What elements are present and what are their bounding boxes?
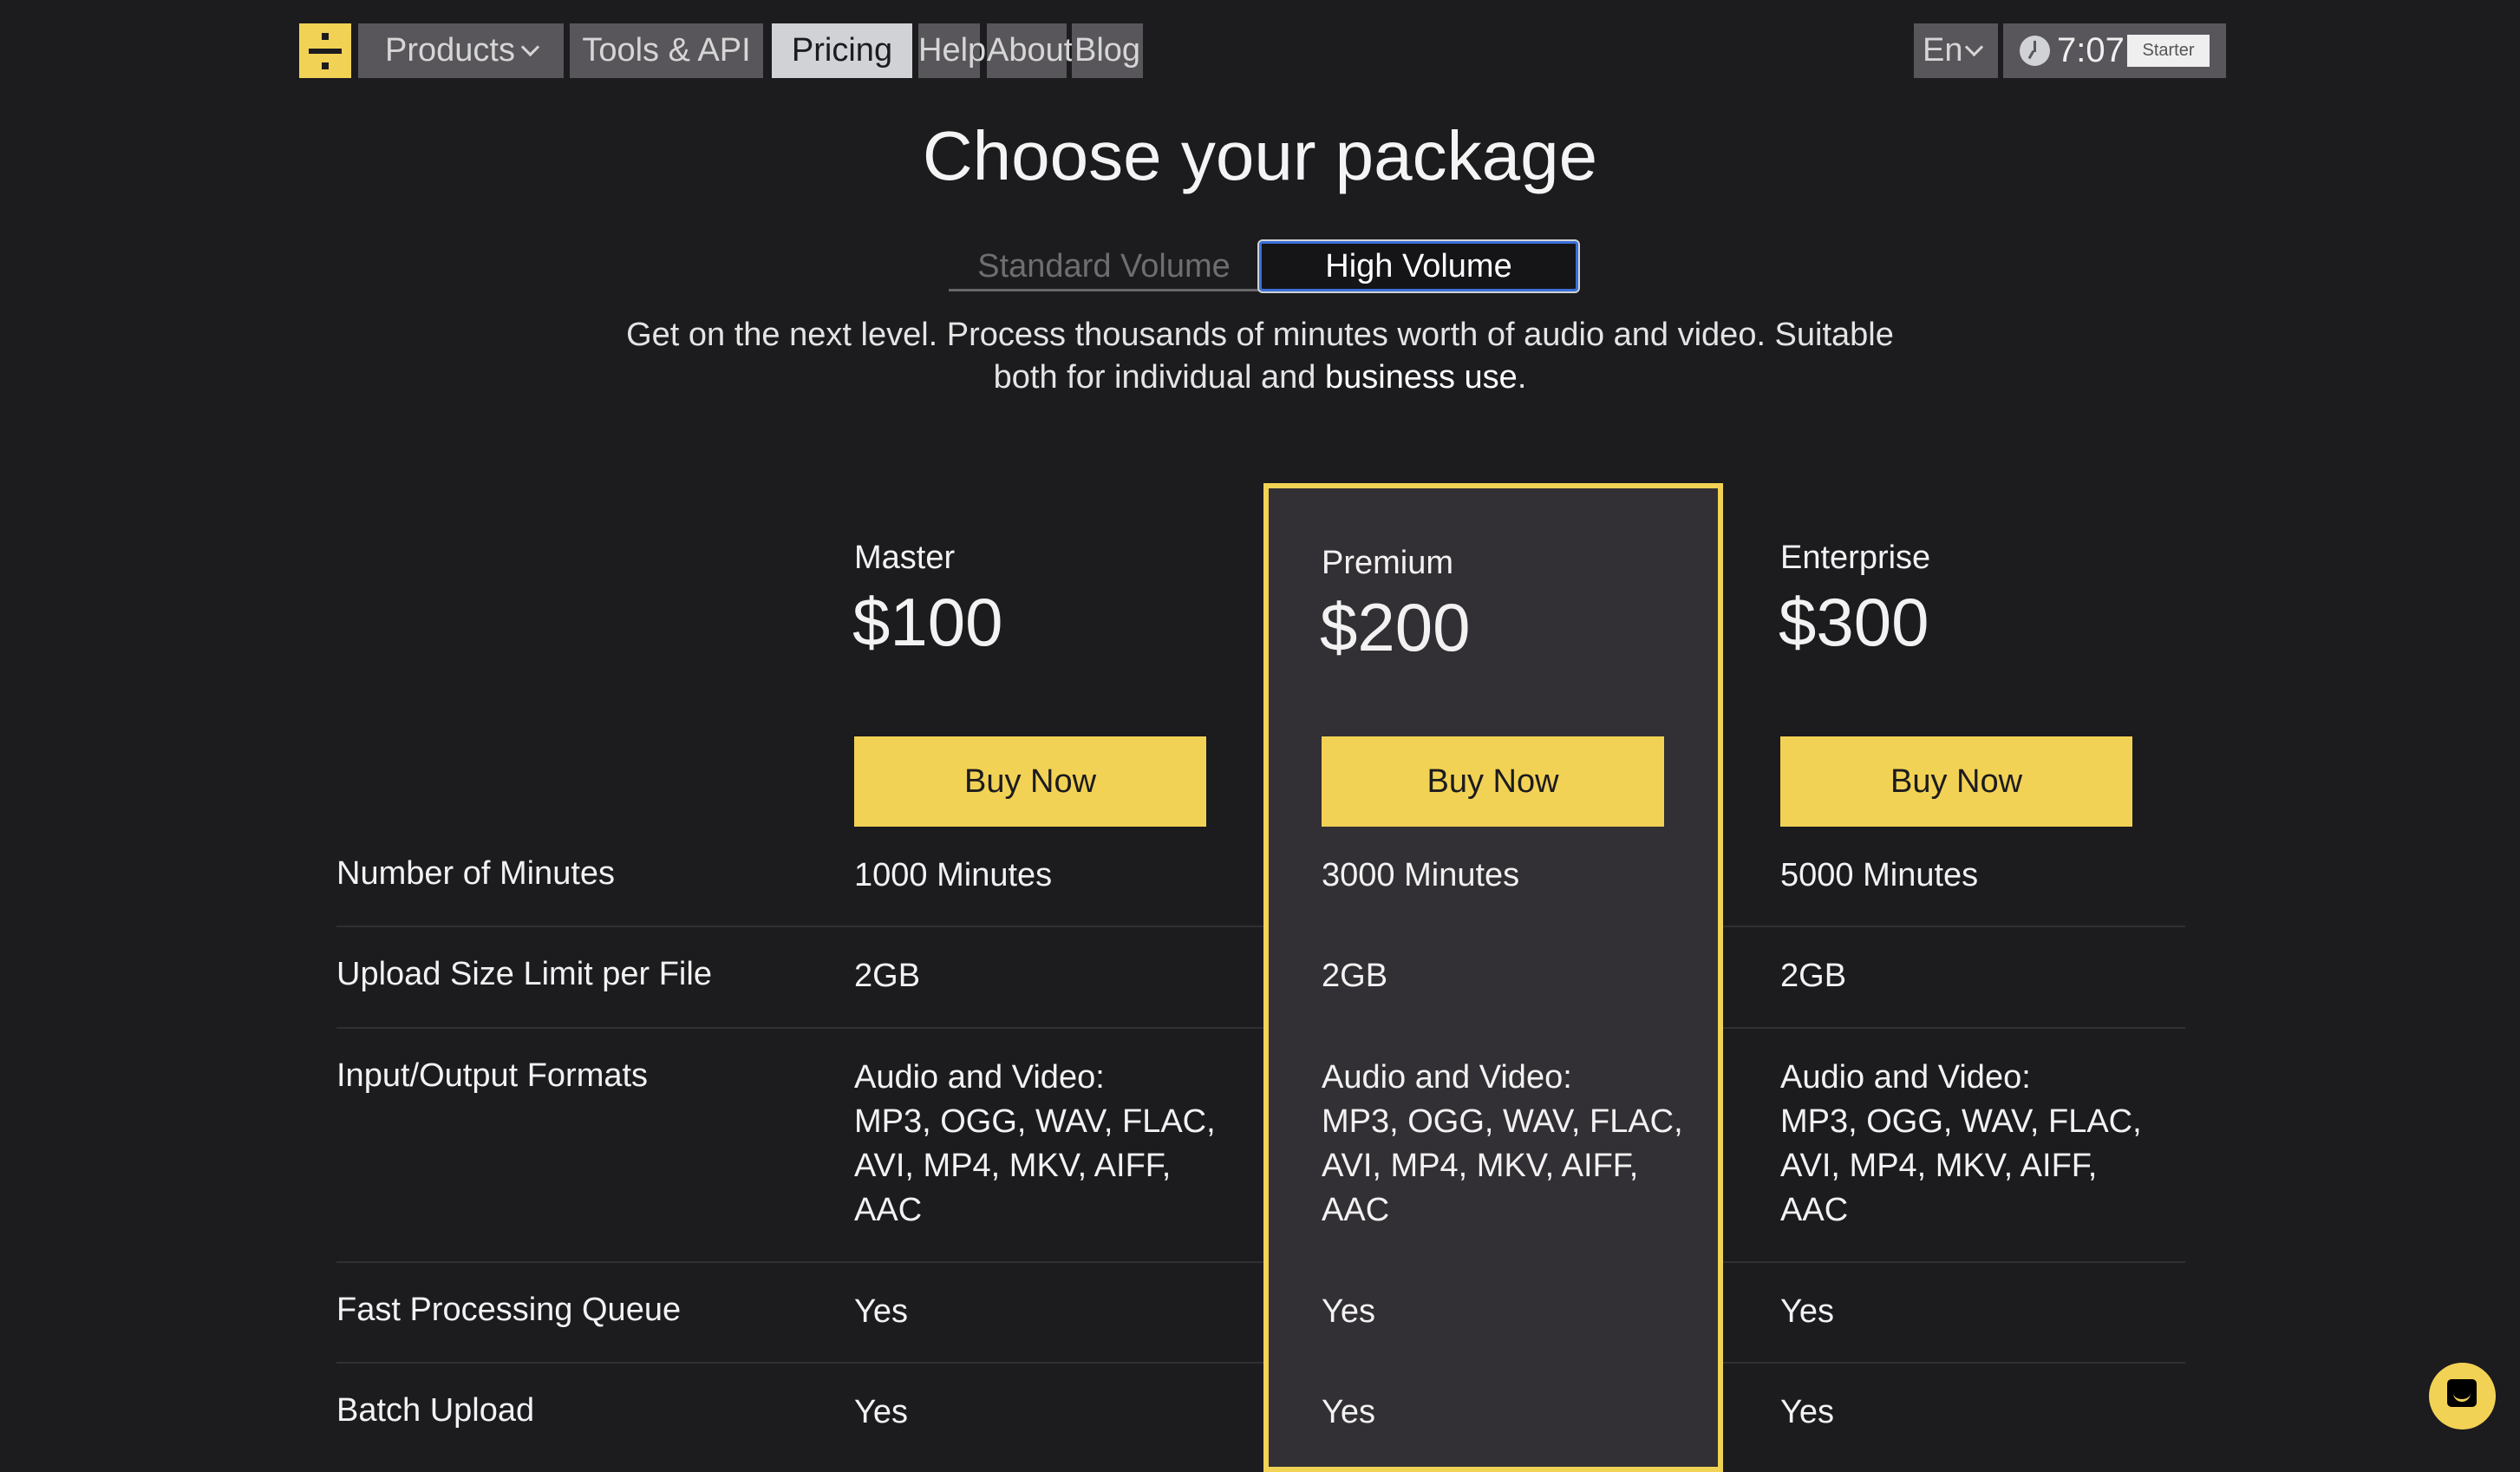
format-line: AVI, MP4, MKV, AIFF,: [1322, 1148, 1639, 1184]
format-line: Audio and Video:: [1780, 1059, 2031, 1096]
logo-divide-icon[interactable]: [299, 23, 351, 78]
nav-blog-label: Blog: [1074, 32, 1141, 69]
nav-help-label: Help: [918, 32, 987, 69]
format-line: Audio and Video:: [854, 1059, 1105, 1096]
plan-name-premium: Premium: [1322, 545, 1454, 581]
row-divider: [336, 926, 1263, 927]
page-description: Get on the next level. Process thousands…: [607, 314, 1913, 399]
clock-hand: [2027, 49, 2035, 60]
feature-value: 1000 Minutes: [854, 857, 1053, 893]
format-line: AVI, MP4, MKV, AIFF,: [854, 1148, 1172, 1184]
description-emphasis: business use: [1325, 359, 1518, 396]
buy-now-premium-button[interactable]: Buy Now: [1322, 736, 1664, 827]
nav-tools-api[interactable]: Tools & API: [570, 23, 763, 78]
feature-value: Yes: [854, 1394, 908, 1430]
format-line: AAC: [1322, 1192, 1390, 1228]
nav-blog[interactable]: Blog: [1072, 23, 1143, 78]
feature-label-formats: Input/Output Formats: [336, 1057, 649, 1094]
feature-value: 3000 Minutes: [1322, 857, 1520, 893]
plan-price-enterprise: $300: [1779, 584, 1929, 660]
plan-price-premium: $200: [1320, 589, 1471, 665]
tab-standard-volume[interactable]: Standard Volume: [949, 243, 1259, 290]
language-label: En: [1923, 32, 1963, 69]
feature-label-fast-queue: Fast Processing Queue: [336, 1292, 682, 1328]
format-line: AAC: [1780, 1192, 1849, 1228]
feature-label-upload-size: Upload Size Limit per File: [336, 956, 712, 992]
logo-bar: [309, 49, 342, 54]
feature-value-formats-premium: Audio and Video: MP3, OGG, WAV, FLAC, AV…: [1322, 1056, 1683, 1233]
nav-pricing-label: Pricing: [791, 32, 893, 69]
plan-price-master: $100: [852, 584, 1003, 660]
row-divider: [336, 1027, 1263, 1029]
feature-value: Yes: [1780, 1293, 1834, 1330]
nav-pricing[interactable]: Pricing: [772, 23, 912, 78]
format-line: MP3, OGG, WAV, FLAC,: [1780, 1103, 2142, 1140]
feature-value: 2GB: [1780, 958, 1847, 994]
feature-value-formats-enterprise: Audio and Video: MP3, OGG, WAV, FLAC, AV…: [1780, 1056, 2142, 1233]
plan-name-master: Master: [854, 540, 956, 576]
logo-dot-bottom: [322, 62, 329, 69]
nav-products[interactable]: Products: [358, 23, 564, 78]
chevron-down-icon: [520, 37, 540, 57]
format-line: AVI, MP4, MKV, AIFF,: [1780, 1148, 2098, 1184]
feature-value: 5000 Minutes: [1780, 857, 1979, 893]
buy-now-enterprise-button[interactable]: Buy Now: [1780, 736, 2132, 827]
feature-value: 2GB: [854, 958, 921, 994]
page-title: Choose your package: [922, 117, 1598, 194]
feature-value-formats-master: Audio and Video: MP3, OGG, WAV, FLAC, AV…: [854, 1056, 1216, 1233]
logo-dot-top: [322, 33, 329, 40]
format-line: Audio and Video:: [1322, 1059, 1572, 1096]
language-selector[interactable]: En: [1914, 23, 1998, 78]
row-divider: [1723, 926, 2185, 927]
buy-now-master-button[interactable]: Buy Now: [854, 736, 1206, 827]
clock-icon: [2020, 36, 2050, 66]
nav-tools-api-label: Tools & API: [582, 32, 751, 69]
chat-launcher-button[interactable]: [2429, 1363, 2496, 1429]
time-remaining: 7:07: [2057, 31, 2125, 69]
format-line: MP3, OGG, WAV, FLAC,: [1322, 1103, 1683, 1140]
description-end: .: [1517, 359, 1527, 396]
nav-products-label: Products: [385, 32, 515, 69]
nav-about-label: About: [987, 32, 1074, 69]
row-divider: [1723, 1261, 2185, 1263]
feature-value: 2GB: [1322, 958, 1388, 994]
row-divider: [1723, 1362, 2185, 1364]
feature-label-batch-upload: Batch Upload: [336, 1392, 535, 1429]
plan-badge: Starter: [2127, 35, 2210, 67]
feature-value: Yes: [1322, 1394, 1375, 1430]
chevron-down-icon: [1965, 37, 1984, 57]
row-divider: [336, 1261, 1263, 1263]
plan-name-enterprise: Enterprise: [1780, 540, 1931, 576]
tab-high-volume[interactable]: High Volume: [1257, 239, 1580, 293]
feature-value: Yes: [1322, 1293, 1375, 1330]
nav-help[interactable]: Help: [918, 23, 986, 78]
row-divider: [1723, 1027, 2185, 1029]
feature-label-minutes: Number of Minutes: [336, 855, 616, 892]
feature-value: Yes: [1780, 1394, 1834, 1430]
row-divider: [336, 1362, 1263, 1364]
description-text: Get on the next level. Process thousands…: [626, 317, 1894, 396]
format-line: AAC: [854, 1192, 923, 1228]
nav-about[interactable]: About: [987, 23, 1073, 78]
feature-value: Yes: [854, 1293, 908, 1330]
format-line: MP3, OGG, WAV, FLAC,: [854, 1103, 1216, 1140]
